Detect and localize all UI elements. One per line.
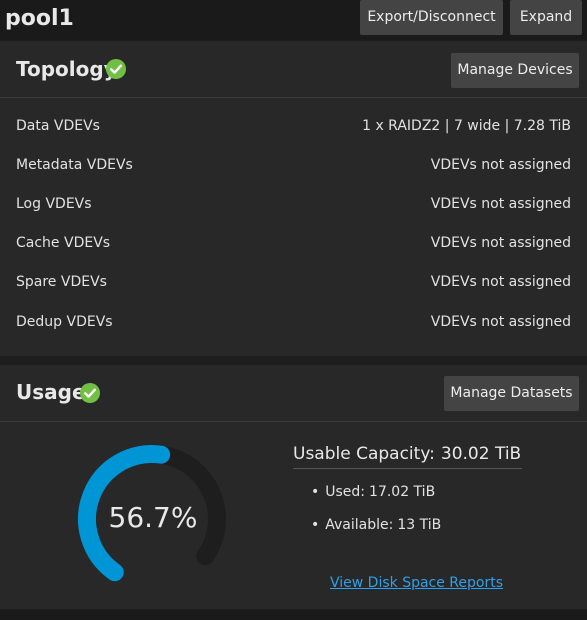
cache-vdevs-label: Cache VDEVs <box>16 235 111 251</box>
log-vdevs-value: VDEVs not assigned <box>430 196 571 212</box>
bullet-icon: • <box>311 517 320 533</box>
usable-capacity: Usable Capacity: 30.02 TiB <box>293 442 521 466</box>
data-vdevs-value: 1 x RAIDZ2 | 7 wide | 7.28 TiB <box>362 118 571 134</box>
dedup-vdevs-value: VDEVs not assigned <box>430 314 571 330</box>
usage-percent: 56.7% <box>109 501 198 534</box>
spare-vdevs-value: VDEVs not assigned <box>430 274 571 290</box>
data-vdevs-label: Data VDEVs <box>16 118 100 134</box>
cache-vdevs-value: VDEVs not assigned <box>430 235 571 251</box>
topology-title: Topology <box>16 57 117 81</box>
available-value: 13 TiB <box>397 517 442 533</box>
export-disconnect-button[interactable]: Export/Disconnect <box>360 0 503 35</box>
usage-divider <box>0 421 587 422</box>
dedup-vdevs-label: Dedup VDEVs <box>16 314 113 330</box>
used-item: • Used: 17.02 TiB <box>311 482 435 502</box>
spare-vdevs-label: Spare VDEVs <box>16 274 107 290</box>
next-card-edge <box>0 610 587 620</box>
metadata-vdevs-value: VDEVs not assigned <box>430 157 571 173</box>
pool-header: pool1 Export/Disconnect Expand <box>0 0 587 40</box>
log-vdevs-label: Log VDEVs <box>16 196 92 212</box>
bullet-icon: • <box>311 484 320 500</box>
used-value: 17.02 TiB <box>369 484 436 500</box>
capacity-underline <box>293 468 522 469</box>
manage-datasets-button[interactable]: Manage Datasets <box>444 376 579 411</box>
manage-devices-button[interactable]: Manage Devices <box>451 53 579 88</box>
used-label: Used: <box>325 484 366 500</box>
usable-capacity-label: Usable Capacity: <box>293 444 435 464</box>
usage-gauge: 56.7% <box>78 445 226 582</box>
usable-capacity-value: 30.02 TiB <box>440 444 522 464</box>
available-item: • Available: 13 TiB <box>311 515 441 535</box>
check-circle-icon <box>106 59 126 79</box>
topology-divider <box>0 97 587 98</box>
usage-title: Usage <box>16 380 86 404</box>
pool-title: pool1 <box>5 6 74 31</box>
check-circle-icon <box>80 383 100 403</box>
metadata-vdevs-label: Metadata VDEVs <box>16 157 133 173</box>
expand-button[interactable]: Expand <box>510 0 582 35</box>
topology-card: Topology Manage Devices Data VDEVs 1 x R… <box>0 41 587 356</box>
usage-card: Usage Manage Datasets 56.7% Usable Capac… <box>0 365 587 609</box>
available-label: Available: <box>325 517 394 533</box>
view-disk-space-reports-link[interactable]: View Disk Space Reports <box>330 573 503 593</box>
